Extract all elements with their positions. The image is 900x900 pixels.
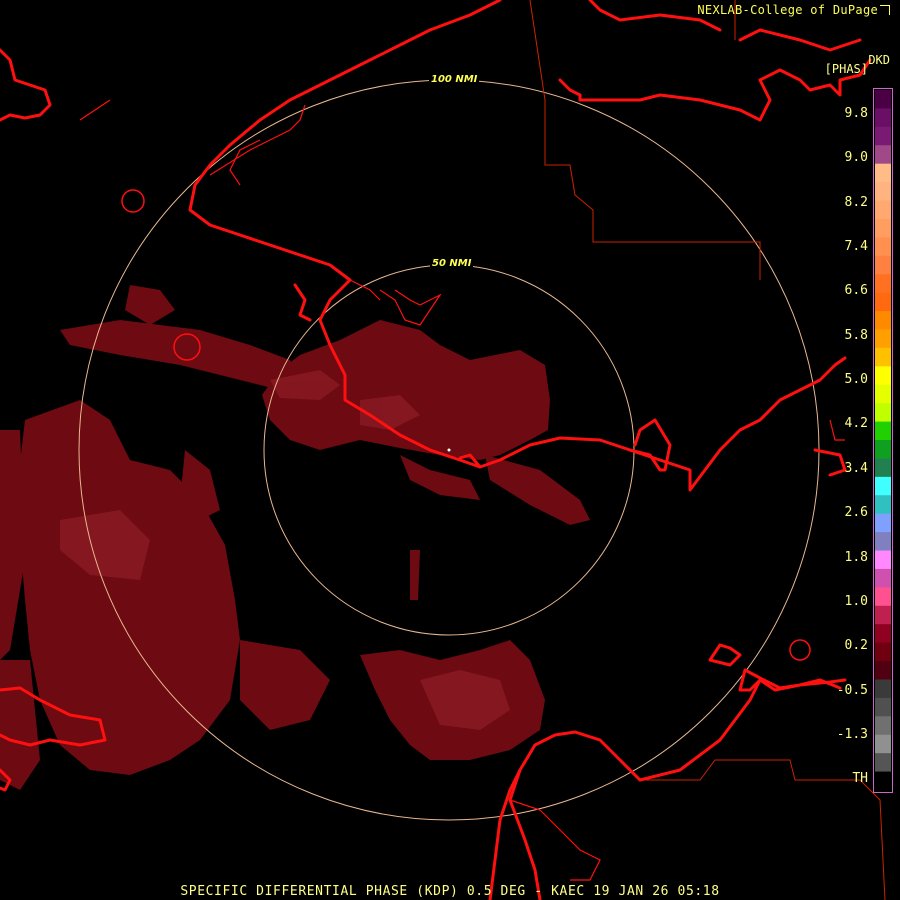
color-scale-label: 1.8 — [844, 549, 868, 565]
color-scale-swatch — [875, 661, 891, 680]
color-scale-label: TH — [852, 771, 868, 787]
color-scale-swatch — [875, 163, 891, 183]
color-scale-swatch — [875, 108, 891, 128]
color-scale-swatch — [875, 734, 891, 754]
color-scale-label: -1.3 — [836, 726, 868, 742]
color-scale-swatch — [875, 440, 891, 459]
color-scale-swatch — [875, 458, 891, 478]
radar-site-marker — [447, 448, 451, 452]
color-scale-swatch — [875, 771, 891, 791]
color-scale-swatch — [875, 624, 891, 644]
color-scale-swatch — [875, 753, 891, 773]
color-scale-label: 0.2 — [844, 638, 868, 654]
radar-map[interactable] — [0, 0, 900, 900]
color-scale-swatch — [875, 237, 891, 257]
color-scale-swatch — [875, 366, 891, 386]
color-scale-label: 5.8 — [844, 327, 868, 343]
color-scale-swatch — [875, 126, 891, 146]
color-scale-swatch — [875, 218, 891, 238]
color-scale-swatch — [875, 311, 891, 330]
color-scale-label: -0.5 — [836, 682, 868, 698]
range-ring-label-100: 100 NMI — [429, 74, 480, 85]
color-scale-swatch — [875, 642, 891, 662]
color-scale-swatch — [875, 679, 891, 699]
color-scale-swatch — [875, 495, 891, 515]
color-scale-bar — [873, 88, 893, 793]
color-scale-swatch — [875, 605, 891, 625]
color-scale-swatch — [875, 329, 891, 349]
color-scale-swatch — [875, 200, 891, 220]
credit-text[interactable]: NEXLAB-College of DuPage — [697, 3, 890, 17]
product-caption: SPECIFIC DIFFERENTIAL PHASE (KDP) 0.5 DE… — [180, 884, 720, 899]
color-scale-label: 9.0 — [844, 150, 868, 166]
color-scale-label: 5.0 — [844, 372, 868, 388]
color-scale-swatch — [875, 90, 891, 109]
color-scale-swatch — [875, 384, 891, 404]
color-scale-label: 7.4 — [844, 239, 868, 255]
color-scale-swatch — [875, 347, 891, 367]
credit-label: NEXLAB-College of DuPage — [697, 3, 878, 17]
color-scale-swatch — [875, 513, 891, 533]
color-scale-label: 9.8 — [844, 106, 868, 121]
product-code: DKD — [868, 53, 890, 67]
color-scale-label: 4.2 — [844, 416, 868, 432]
color-scale-swatch — [875, 292, 891, 312]
color-scale-swatch — [875, 476, 891, 496]
color-scale-swatch — [875, 403, 891, 423]
color-scale-swatch — [875, 716, 891, 736]
color-scale-swatch — [875, 421, 891, 441]
color-scale-swatch — [875, 550, 891, 570]
color-scale-swatch — [875, 182, 891, 202]
color-scale-label: 3.4 — [844, 460, 868, 476]
boundaries — [529, 0, 886, 900]
color-scale-swatch — [875, 697, 891, 717]
color-scale-label: 6.6 — [844, 283, 868, 299]
color-scale-swatch — [875, 274, 891, 294]
color-scale-swatch — [875, 587, 891, 607]
external-link-icon — [880, 5, 890, 15]
color-scale-swatch — [875, 532, 891, 552]
color-scale-label: 1.0 — [844, 593, 868, 609]
color-scale-swatch — [875, 255, 891, 275]
range-ring-label-50: 50 NMI — [430, 258, 474, 269]
color-scale-swatch — [875, 145, 891, 165]
color-scale-label: 2.6 — [844, 505, 868, 521]
color-scale-label: 8.2 — [844, 194, 868, 210]
unit-label: [PHAS] — [824, 62, 868, 76]
color-scale-swatch — [875, 568, 891, 588]
